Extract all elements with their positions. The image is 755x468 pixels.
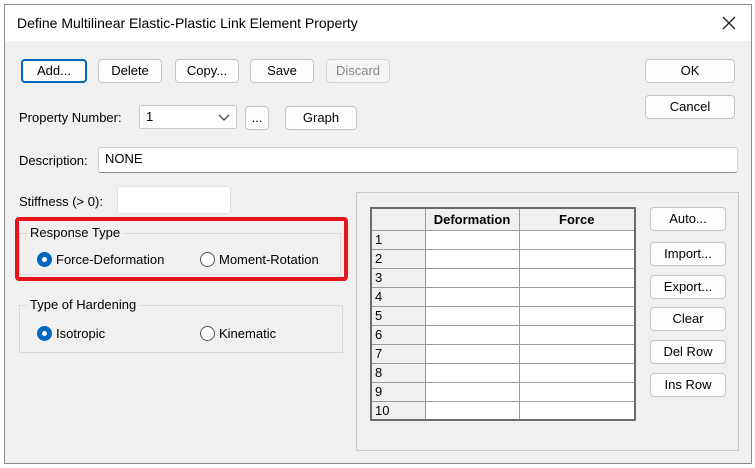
row-header: 1	[370, 229, 426, 250]
table-row: 3	[370, 267, 636, 288]
force-cell[interactable]	[518, 324, 636, 345]
ok-button[interactable]: OK	[645, 59, 735, 83]
table-row: 4	[370, 286, 636, 307]
deformation-cell[interactable]	[424, 343, 520, 364]
insert-row-button[interactable]: Ins Row	[650, 373, 726, 397]
row-header: 8	[370, 362, 426, 383]
auto-button[interactable]: Auto...	[650, 207, 726, 231]
kinematic-label: Kinematic	[219, 326, 277, 341]
import-button[interactable]: Import...	[650, 242, 726, 266]
cancel-button[interactable]: Cancel	[645, 95, 735, 119]
deformation-cell[interactable]	[424, 248, 520, 269]
kinematic-radio[interactable]	[200, 326, 215, 341]
deformation-cell[interactable]	[424, 324, 520, 345]
property-number-value: 1	[146, 109, 154, 124]
isotropic-radio[interactable]	[37, 326, 52, 341]
row-header: 3	[370, 267, 426, 288]
stiffness-field[interactable]	[117, 186, 231, 214]
force-cell[interactable]	[518, 267, 636, 288]
table-row: 9	[370, 381, 636, 402]
chevron-down-icon	[218, 114, 230, 121]
discard-button[interactable]: Discard	[326, 59, 390, 83]
hardening-legend: Type of Hardening	[27, 297, 140, 312]
table-row: 10	[370, 400, 636, 421]
column-header-deformation: Deformation	[424, 207, 520, 231]
description-field[interactable]: NONE	[98, 147, 738, 173]
force-cell[interactable]	[518, 381, 636, 402]
add-button[interactable]: Add...	[21, 59, 87, 83]
row-header: 6	[370, 324, 426, 345]
deformation-cell[interactable]	[424, 286, 520, 307]
copy-button[interactable]: Copy...	[175, 59, 239, 83]
table-row: 7	[370, 343, 636, 364]
force-cell[interactable]	[518, 362, 636, 383]
clear-button[interactable]: Clear	[650, 307, 726, 331]
row-header: 2	[370, 248, 426, 269]
table-corner	[370, 207, 426, 231]
table-row: 1	[370, 229, 636, 250]
property-browse-button[interactable]: ...	[245, 106, 269, 130]
table-row: 6	[370, 324, 636, 345]
row-header: 4	[370, 286, 426, 307]
table-row: 2	[370, 248, 636, 269]
save-button[interactable]: Save	[250, 59, 314, 83]
row-header: 5	[370, 305, 426, 326]
force-cell[interactable]	[518, 400, 636, 421]
stiffness-label: Stiffness (> 0):	[19, 194, 103, 209]
force-cell[interactable]	[518, 305, 636, 326]
table-row: 5	[370, 305, 636, 326]
property-number-label: Property Number:	[19, 110, 122, 125]
dialog-window: Define Multilinear Elastic-Plastic Link …	[4, 4, 752, 464]
force-cell[interactable]	[518, 248, 636, 269]
deformation-cell[interactable]	[424, 305, 520, 326]
delete-button[interactable]: Delete	[98, 59, 162, 83]
delete-row-button[interactable]: Del Row	[650, 340, 726, 364]
deformation-force-table: Deformation Force 1 2 3 4 5 6 7 8 9 10	[370, 207, 636, 421]
highlight-annotation	[15, 217, 348, 281]
close-icon[interactable]	[715, 9, 743, 37]
deformation-cell[interactable]	[424, 381, 520, 402]
graph-button[interactable]: Graph	[285, 106, 357, 130]
table-row: 8	[370, 362, 636, 383]
force-cell[interactable]	[518, 286, 636, 307]
force-cell[interactable]	[518, 343, 636, 364]
property-number-select[interactable]: 1	[139, 105, 237, 129]
deformation-cell[interactable]	[424, 362, 520, 383]
deformation-cell[interactable]	[424, 400, 520, 421]
force-cell[interactable]	[518, 229, 636, 250]
deformation-cell[interactable]	[424, 229, 520, 250]
title-bar: Define Multilinear Elastic-Plastic Link …	[5, 5, 751, 41]
export-button[interactable]: Export...	[650, 275, 726, 299]
row-header: 9	[370, 381, 426, 402]
deformation-cell[interactable]	[424, 267, 520, 288]
column-header-force: Force	[518, 207, 636, 231]
row-header: 7	[370, 343, 426, 364]
window-title: Define Multilinear Elastic-Plastic Link …	[17, 15, 358, 31]
description-label: Description:	[19, 153, 88, 168]
row-header: 10	[370, 400, 426, 421]
isotropic-label: Isotropic	[56, 326, 106, 341]
